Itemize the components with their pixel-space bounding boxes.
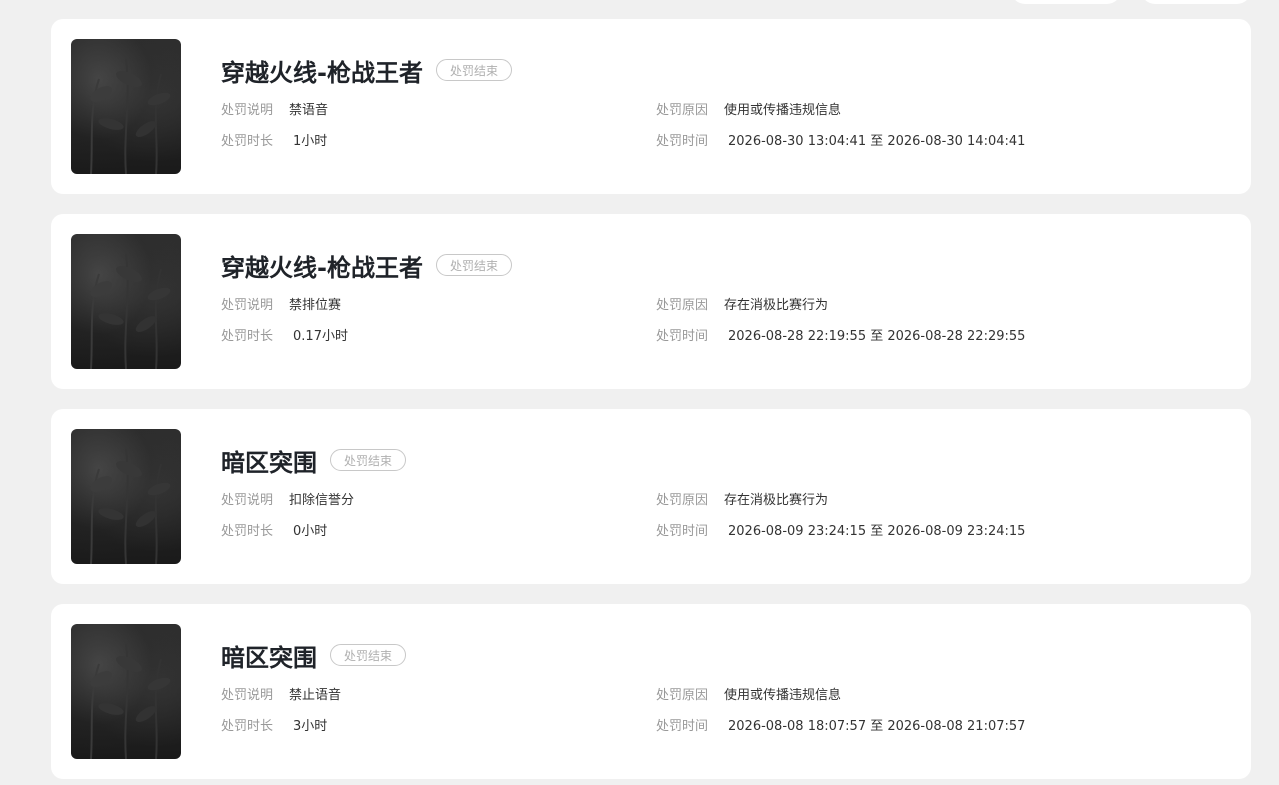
- status-badge: 处罚结束: [330, 449, 407, 471]
- penalty-duration-value: 0.17小时: [293, 328, 348, 344]
- penalty-reason-value: 存在消极比赛行为: [724, 297, 829, 313]
- penalty-desc-label: 处罚说明: [221, 102, 274, 118]
- penalty-time-field: 处罚时间 2026-08-09 23:24:15 至 2026-08-09 23…: [656, 520, 1026, 539]
- penalty-reason-field: 处罚原因 使用或传播违规信息: [656, 99, 842, 118]
- penalty-record-list: 穿越火线-枪战王者 处罚结束 处罚说明 禁语音 处罚原因 使用或传播违规信息 处…: [51, 19, 1251, 785]
- penalty-duration-field: 处罚时长 3小时: [221, 715, 328, 734]
- game-cover-image: [71, 234, 181, 369]
- penalty-time-label: 处罚时间: [656, 523, 709, 539]
- penalty-desc-field: 处罚说明 禁止语音: [221, 684, 342, 703]
- penalty-record-card: 暗区突围 处罚结束 处罚说明 禁止语音 处罚原因 使用或传播违规信息 处罚时长 …: [51, 604, 1251, 779]
- penalty-time-value: 2026-08-28 22:19:55 至 2026-08-28 22:29:5…: [728, 328, 1026, 344]
- game-cover-image: [71, 624, 181, 759]
- penalty-desc-label: 处罚说明: [221, 297, 274, 313]
- penalty-reason-label: 处罚原因: [656, 492, 709, 508]
- penalty-desc-value: 禁语音: [289, 102, 329, 118]
- penalty-reason-label: 处罚原因: [656, 297, 709, 313]
- plant-silhouette-icon: [90, 58, 171, 174]
- penalty-reason-field: 处罚原因 存在消极比赛行为: [656, 294, 829, 313]
- penalty-time-field: 处罚时间 2026-08-08 18:07:57 至 2026-08-08 21…: [656, 715, 1026, 734]
- record-title-row: 暗区突围 处罚结束: [221, 445, 407, 477]
- top-filter-button-1[interactable]: [1011, 0, 1121, 4]
- penalty-duration-label: 处罚时长: [221, 328, 274, 344]
- status-badge: 处罚结束: [330, 644, 407, 666]
- penalty-time-label: 处罚时间: [656, 133, 709, 149]
- penalty-reason-value: 使用或传播违规信息: [724, 687, 842, 703]
- penalty-time-label: 处罚时间: [656, 718, 709, 734]
- penalty-desc-field: 处罚说明 禁语音: [221, 99, 329, 118]
- penalty-reason-label: 处罚原因: [656, 687, 709, 703]
- penalty-duration-label: 处罚时长: [221, 523, 274, 539]
- penalty-duration-field: 处罚时长 0.17小时: [221, 325, 348, 344]
- penalty-duration-value: 3小时: [293, 718, 328, 734]
- penalty-desc-label: 处罚说明: [221, 687, 274, 703]
- top-filter-button-2[interactable]: [1141, 0, 1251, 4]
- status-badge: 处罚结束: [435, 59, 512, 81]
- penalty-duration-value: 1小时: [293, 133, 328, 149]
- game-title: 穿越火线-枪战王者: [221, 253, 423, 282]
- penalty-record-card: 穿越火线-枪战王者 处罚结束 处罚说明 禁排位赛 处罚原因 存在消极比赛行为 处…: [51, 214, 1251, 389]
- status-badge: 处罚结束: [435, 254, 512, 276]
- record-title-row: 穿越火线-枪战王者 处罚结束: [221, 250, 512, 282]
- penalty-reason-label: 处罚原因: [656, 102, 709, 118]
- penalty-reason-field: 处罚原因 存在消极比赛行为: [656, 489, 829, 508]
- game-cover-image: [71, 39, 181, 174]
- penalty-duration-field: 处罚时长 0小时: [221, 520, 328, 539]
- penalty-duration-label: 处罚时长: [221, 718, 274, 734]
- penalty-reason-field: 处罚原因 使用或传播违规信息: [656, 684, 842, 703]
- penalty-time-value: 2026-08-09 23:24:15 至 2026-08-09 23:24:1…: [728, 523, 1026, 539]
- game-title: 暗区突围: [221, 448, 317, 477]
- penalty-desc-value: 禁止语音: [289, 687, 342, 703]
- game-title: 暗区突围: [221, 643, 317, 672]
- penalty-desc-value: 扣除信誉分: [289, 492, 355, 508]
- penalty-reason-value: 存在消极比赛行为: [724, 492, 829, 508]
- penalty-desc-field: 处罚说明 扣除信誉分: [221, 489, 355, 508]
- penalty-records-page: 穿越火线-枪战王者 处罚结束 处罚说明 禁语音 处罚原因 使用或传播违规信息 处…: [0, 0, 1279, 785]
- plant-silhouette-icon: [90, 643, 171, 759]
- penalty-record-card: 暗区突围 处罚结束 处罚说明 扣除信誉分 处罚原因 存在消极比赛行为 处罚时长 …: [51, 409, 1251, 584]
- penalty-duration-field: 处罚时长 1小时: [221, 130, 328, 149]
- record-title-row: 暗区突围 处罚结束: [221, 640, 407, 672]
- penalty-desc-field: 处罚说明 禁排位赛: [221, 294, 342, 313]
- penalty-reason-value: 使用或传播违规信息: [724, 102, 842, 118]
- penalty-time-value: 2026-08-08 18:07:57 至 2026-08-08 21:07:5…: [728, 718, 1026, 734]
- penalty-duration-label: 处罚时长: [221, 133, 274, 149]
- penalty-time-value: 2026-08-30 13:04:41 至 2026-08-30 14:04:4…: [728, 133, 1026, 149]
- penalty-time-field: 处罚时间 2026-08-30 13:04:41 至 2026-08-30 14…: [656, 130, 1026, 149]
- game-title: 穿越火线-枪战王者: [221, 58, 423, 87]
- game-cover-image: [71, 429, 181, 564]
- penalty-desc-value: 禁排位赛: [289, 297, 342, 313]
- plant-silhouette-icon: [90, 253, 171, 369]
- penalty-record-card: 穿越火线-枪战王者 处罚结束 处罚说明 禁语音 处罚原因 使用或传播违规信息 处…: [51, 19, 1251, 194]
- penalty-desc-label: 处罚说明: [221, 492, 274, 508]
- plant-silhouette-icon: [90, 448, 171, 564]
- penalty-time-label: 处罚时间: [656, 328, 709, 344]
- penalty-duration-value: 0小时: [293, 523, 328, 539]
- record-title-row: 穿越火线-枪战王者 处罚结束: [221, 55, 512, 87]
- penalty-time-field: 处罚时间 2026-08-28 22:19:55 至 2026-08-28 22…: [656, 325, 1026, 344]
